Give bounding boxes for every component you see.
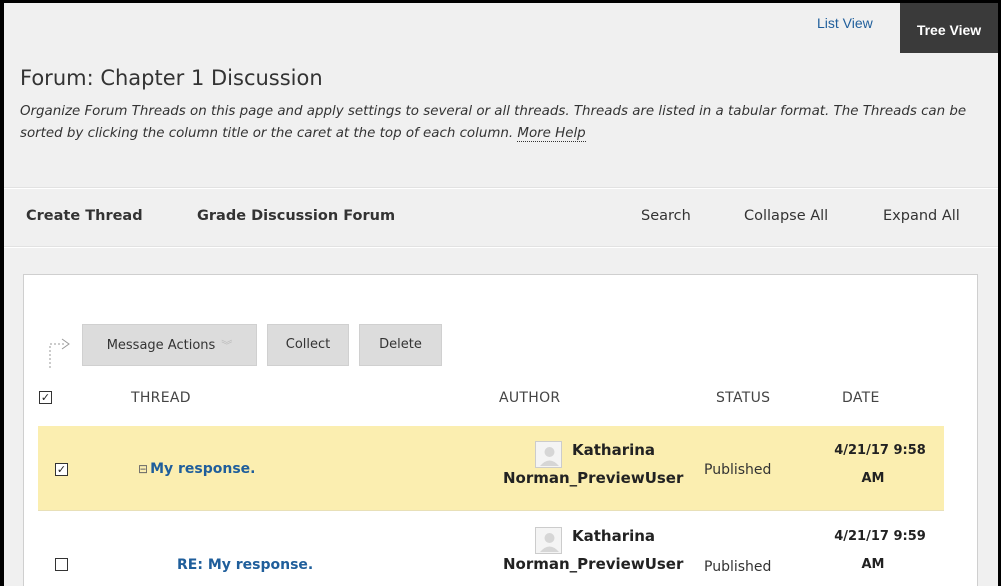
page-title: Forum: Chapter 1 Discussion <box>20 66 323 90</box>
chevron-down-icon: ︾ <box>221 339 233 352</box>
page-description: Organize Forum Threads on this page and … <box>20 101 980 145</box>
description-text: Organize Forum Threads on this page and … <box>20 104 967 141</box>
avatar <box>535 441 562 468</box>
thread-link[interactable]: ⊟ My response. <box>138 461 255 477</box>
select-arrow-icon <box>49 338 70 368</box>
create-thread-button[interactable]: Create Thread <box>26 208 143 224</box>
date-line-2: AM <box>861 471 885 486</box>
thread-title[interactable]: My response. <box>150 461 255 477</box>
author-first-name: Katharina <box>572 441 656 459</box>
status-text: Published <box>704 462 772 478</box>
table-row: RE: My response. Katharina Norman_Previe… <box>38 512 944 586</box>
select-all-checkbox[interactable]: ✓ <box>39 391 52 404</box>
expand-all-button[interactable]: Expand All <box>883 208 960 224</box>
thread-link[interactable]: RE: My response. <box>177 557 313 573</box>
author-first-name: Katharina <box>572 527 656 545</box>
column-header-status[interactable]: STATUS <box>716 390 770 406</box>
avatar <box>535 527 562 554</box>
status-text: Published <box>704 559 772 575</box>
date-line-2: AM <box>861 557 885 572</box>
collapse-all-button[interactable]: Collapse All <box>744 208 828 224</box>
forum-page: List View Tree View Forum: Chapter 1 Dis… <box>0 0 1001 586</box>
table-row: ✓ ⊟ My response. Katharina Norman_Preview… <box>38 426 944 511</box>
search-button[interactable]: Search <box>641 208 691 224</box>
author-last-name: Norman_PreviewUser <box>503 555 684 573</box>
row-checkbox[interactable] <box>55 558 68 571</box>
row-checkbox[interactable]: ✓ <box>55 463 68 476</box>
page-header: Forum: Chapter 1 Discussion Organize For… <box>4 53 998 188</box>
delete-button[interactable]: Delete <box>359 324 442 366</box>
more-help-link[interactable]: More Help <box>517 126 586 142</box>
action-bar: Create Thread Grade Discussion Forum Sea… <box>4 189 998 247</box>
column-header-thread[interactable]: THREAD <box>131 390 191 406</box>
collapse-icon[interactable]: ⊟ <box>138 462 148 476</box>
author-last-name: Norman_PreviewUser <box>503 469 684 487</box>
user-icon <box>540 533 559 552</box>
message-actions-label: Message Actions <box>106 338 216 353</box>
date-line-1: 4/21/17 9:58 <box>834 443 926 458</box>
column-header-date[interactable]: DATE <box>842 390 880 406</box>
message-actions-button[interactable]: Message Actions ︾ <box>82 324 257 366</box>
grade-discussion-forum-button[interactable]: Grade Discussion Forum <box>197 208 395 224</box>
user-icon <box>540 447 559 466</box>
column-header-author[interactable]: AUTHOR <box>499 390 560 406</box>
view-switcher-bar: List View Tree View <box>4 3 998 53</box>
list-view-tab[interactable]: List View <box>817 15 873 31</box>
tree-view-tab[interactable]: Tree View <box>900 3 998 53</box>
collect-button[interactable]: Collect <box>267 324 349 366</box>
date-line-1: 4/21/17 9:59 <box>834 529 926 544</box>
